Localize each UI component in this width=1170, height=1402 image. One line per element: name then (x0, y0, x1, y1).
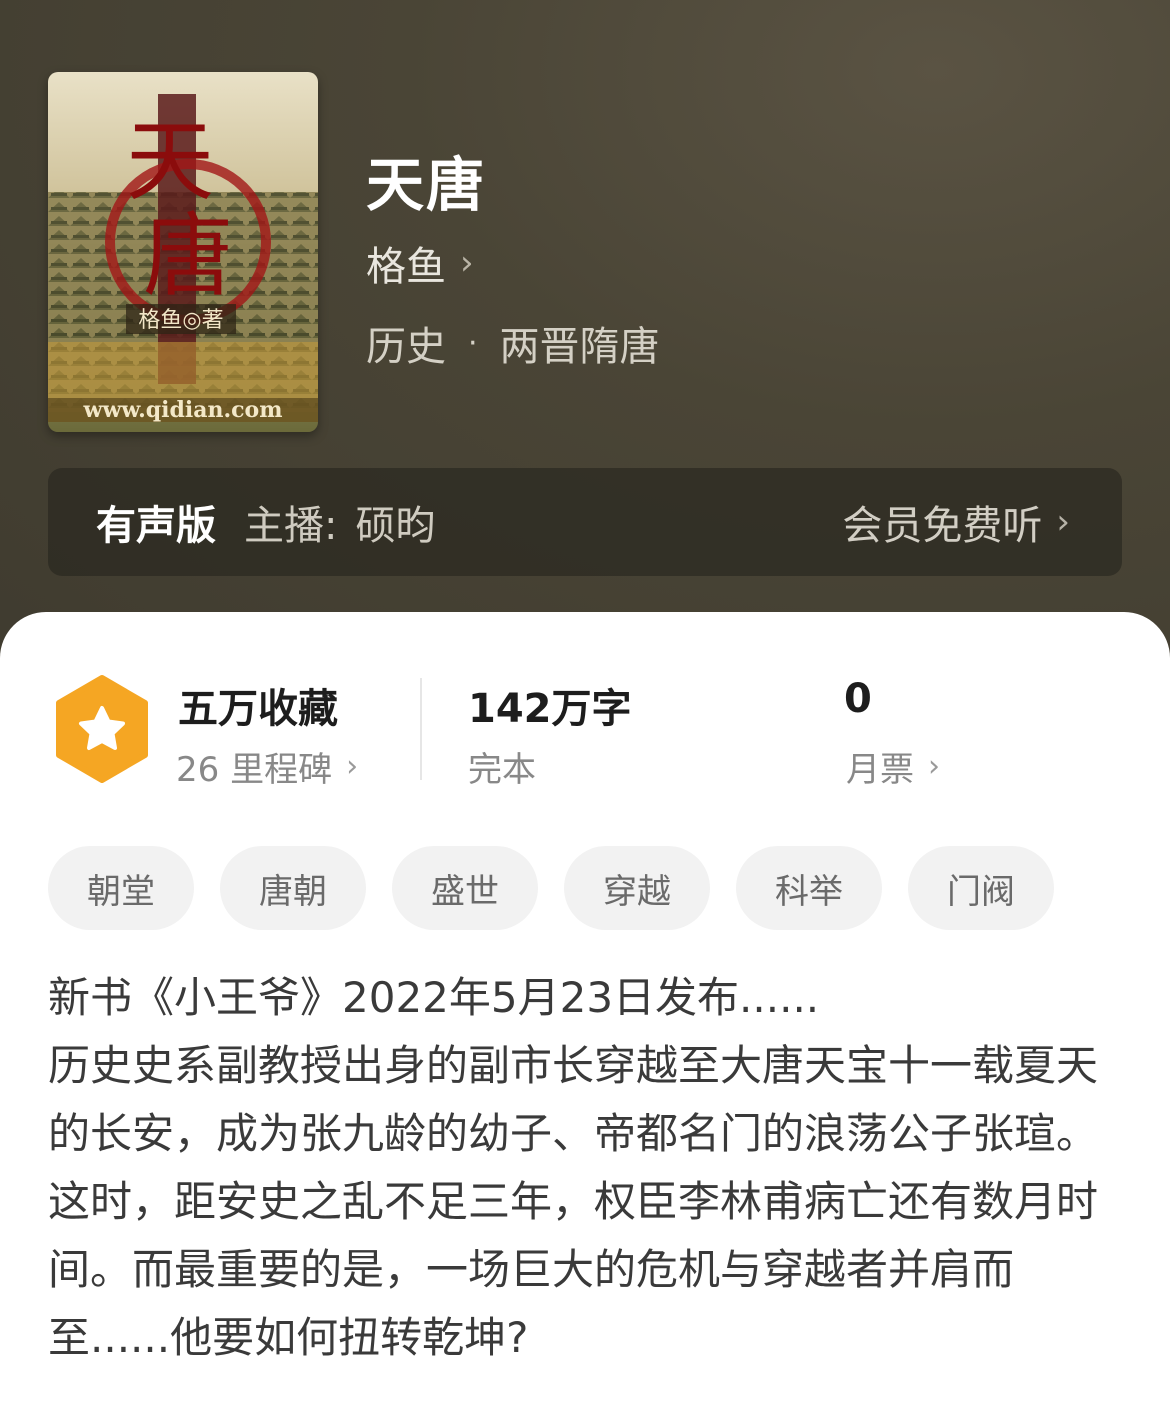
audio-host-label: 主播: (244, 503, 338, 549)
book-title: 天唐 (366, 151, 487, 219)
genre-subcategory: 两晋隋唐 (499, 324, 660, 370)
tag-chip[interactable]: 门阀 (908, 846, 1054, 930)
milestone-link[interactable]: 26 里程碑 › (176, 742, 358, 791)
book-description[interactable]: 新书《小王爷》2022年5月23日发布...... 历史史系副教授出身的副市长穿… (48, 964, 1122, 1372)
chevron-right-icon: › (460, 243, 474, 283)
audio-host-name: 硕昀 (355, 503, 436, 549)
description-synopsis: 历史史系副教授出身的副市长穿越至大唐天宝十一载夏天的长安，成为张九龄的幼子、帝都… (48, 1041, 1099, 1362)
milestone-label: 26 里程碑 (176, 750, 333, 790)
author-link[interactable]: 格鱼 › (366, 234, 474, 292)
book-genre: 历史 · 两晋隋唐 (366, 314, 660, 372)
audio-version-label: 有声版 (96, 503, 216, 549)
member-free-listen-label: 会员免费听 (842, 503, 1043, 549)
cover-title-char-1: 天 (126, 110, 214, 213)
genre-category: 历史 (366, 324, 446, 370)
book-cover[interactable]: 天 唐 格鱼◎著 www.qidian.com (48, 72, 318, 432)
monthly-ticket-label: 月票 (846, 750, 914, 790)
author-name: 格鱼 (366, 244, 446, 290)
completion-status: 完本 (468, 750, 536, 790)
stat-divider (420, 678, 422, 780)
star-badge-icon (52, 674, 152, 784)
tag-chip[interactable]: 唐朝 (220, 846, 366, 930)
tag-list: 朝堂 唐朝 盛世 穿越 科举 门阀 (48, 846, 1054, 930)
book-cover-image: 天 唐 格鱼◎著 www.qidian.com (48, 72, 318, 432)
tag-chip[interactable]: 朝堂 (48, 846, 194, 930)
word-count: 142万字 (468, 686, 632, 732)
tag-chip[interactable]: 科举 (736, 846, 882, 930)
member-free-listen-button[interactable]: 会员免费听 › (842, 468, 1070, 576)
chevron-right-icon: › (928, 749, 940, 784)
audio-version-bar[interactable]: 有声版 主播: 硕昀 会员免费听 › (48, 468, 1122, 576)
separator-dot: · (468, 325, 478, 361)
collection-count: 五万收藏 (178, 686, 338, 732)
description-notice: 新书《小王爷》2022年5月23日发布...... (48, 973, 820, 1022)
tag-chip[interactable]: 穿越 (564, 846, 710, 930)
monthly-ticket-count: 0 (844, 676, 872, 722)
cover-author-text: 格鱼◎著 (138, 308, 223, 333)
cover-title-char-2: 唐 (143, 204, 233, 309)
cover-site-text: www.qidian.com (83, 397, 283, 423)
monthly-ticket-link[interactable]: 月票 › (846, 742, 940, 791)
chevron-right-icon: › (1056, 502, 1070, 542)
tag-chip[interactable]: 盛世 (392, 846, 538, 930)
chevron-right-icon: › (346, 749, 359, 784)
